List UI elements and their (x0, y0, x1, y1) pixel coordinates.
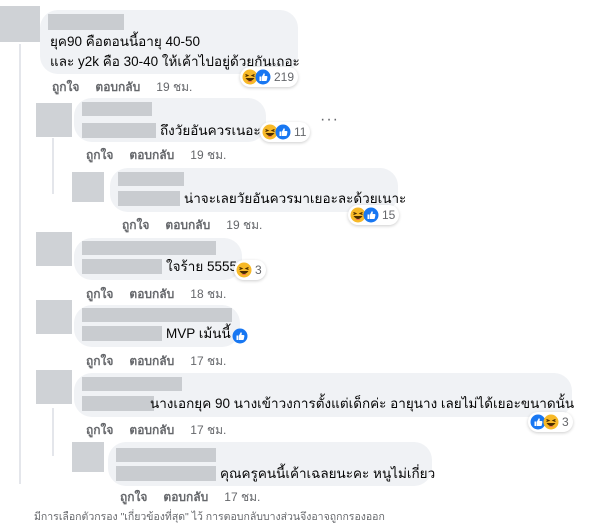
comment-text: ใจร้าย 5555 (166, 259, 238, 274)
reply-button[interactable]: ตอบกลับ (163, 490, 208, 504)
mention-redacted[interactable] (82, 123, 156, 138)
timestamp[interactable]: 17 ชม. (224, 490, 260, 504)
comment-text: นางเอกยุค 90 นางเข้าวงการตั้งแต่เด็กค่ะ … (150, 396, 575, 411)
reaction-count: 219 (274, 70, 295, 84)
like-button[interactable]: ถูกใจ (86, 148, 113, 162)
author-name-redacted[interactable] (82, 377, 182, 391)
comment-bubble: ยุค90 คือตอนนี้อายุ 40-50 และ y2k คือ 30… (40, 10, 300, 74)
author-name-redacted[interactable] (48, 14, 124, 30)
comment-actions: ถูกใจ ตอบกลับ 17 ชม. (86, 352, 242, 371)
timestamp[interactable]: 18 ชม. (190, 287, 226, 301)
author-name-redacted[interactable] (118, 172, 184, 186)
like-reaction-icon (363, 207, 379, 223)
reply-button[interactable]: ตอบกลับ (129, 354, 174, 368)
like-button[interactable]: ถูกใจ (86, 423, 113, 437)
avatar[interactable] (72, 442, 104, 472)
like-button[interactable]: ถูกใจ (86, 354, 113, 368)
reaction-count: 3 (562, 415, 569, 429)
like-button[interactable]: ถูกใจ (122, 218, 149, 232)
avatar[interactable] (36, 300, 72, 334)
mention-redacted[interactable] (82, 326, 162, 341)
reply-button[interactable]: ตอบกลับ (165, 218, 210, 232)
reaction-count: 3 (255, 263, 262, 277)
comment-actions: ถูกใจ ตอบกลับ 17 ชม. (86, 421, 242, 440)
like-reaction-icon (275, 124, 291, 140)
reaction-count: 15 (382, 208, 396, 222)
timestamp[interactable]: 17 ชม. (190, 423, 226, 437)
mention-redacted[interactable] (82, 396, 154, 411)
timestamp[interactable]: 17 ชม. (190, 354, 226, 368)
thread-line (52, 408, 54, 456)
reaction-summary[interactable]: 219 (240, 67, 299, 87)
haha-reaction-icon (543, 414, 559, 430)
comment-bubble: MVP เม้นนี้ (74, 305, 240, 347)
comment-bubble: ถึงวัยอันควรเนอะ (74, 98, 266, 142)
like-reaction-icon[interactable] (232, 328, 248, 344)
reaction-summary[interactable]: 3 (528, 412, 573, 432)
more-options-icon[interactable]: ··· (320, 111, 339, 129)
comment-bubble: ใจร้าย 5555 (74, 238, 242, 280)
reaction-count: 11 (294, 125, 307, 139)
reaction-summary[interactable]: 15 (348, 205, 400, 225)
comment-actions: ถูกใจ ตอบกลับ 18 ชม. (86, 285, 242, 304)
thread-line (19, 44, 21, 484)
like-button[interactable]: ถูกใจ (86, 287, 113, 301)
avatar[interactable] (36, 232, 72, 266)
reaction-summary[interactable]: 3 (234, 260, 266, 280)
avatar[interactable] (0, 6, 40, 42)
avatar[interactable] (72, 172, 104, 202)
like-button[interactable]: ถูกใจ (120, 490, 147, 504)
comment-text: คุณครูคนนี้เค้าเฉลยนะคะ หนูไม่เกี่ยว (220, 466, 436, 481)
haha-reaction-icon (236, 262, 252, 278)
avatar[interactable] (36, 370, 72, 404)
timestamp[interactable]: 19 ชม. (156, 80, 192, 94)
comment-text-line-1: ยุค90 คือตอนนี้อายุ 40-50 (50, 34, 201, 49)
thread-line (52, 138, 54, 194)
comment-actions: ถูกใจ ตอบกลับ 19 ชม. (122, 216, 278, 235)
reaction-summary[interactable]: 11 (260, 122, 311, 142)
filter-notice: มีการเลือกตัวกรอง "เกี่ยวข้องที่สุด" ไว้… (34, 511, 385, 523)
reply-button[interactable]: ตอบกลับ (95, 80, 140, 94)
author-name-redacted[interactable] (82, 308, 232, 322)
mention-redacted[interactable] (82, 259, 162, 274)
like-button[interactable]: ถูกใจ (52, 80, 79, 94)
author-name-redacted[interactable] (82, 102, 152, 116)
reply-button[interactable]: ตอบกลับ (129, 148, 174, 162)
timestamp[interactable]: 19 ชม. (226, 218, 262, 232)
mention-redacted[interactable] (118, 191, 180, 206)
reply-button[interactable]: ตอบกลับ (129, 423, 174, 437)
author-name-redacted[interactable] (116, 448, 216, 462)
comment-bubble: คุณครูคนนี้เค้าเฉลยนะคะ หนูไม่เกี่ยว (108, 442, 436, 486)
comment-actions: ถูกใจ ตอบกลับ 19 ชม. (52, 78, 208, 97)
avatar[interactable] (36, 103, 72, 137)
timestamp[interactable]: 19 ชม. (190, 148, 226, 162)
comment-text: MVP เม้นนี้ (166, 326, 231, 341)
comment-text: ถึงวัยอันควรเนอะ (160, 123, 261, 138)
reply-button[interactable]: ตอบกลับ (129, 287, 174, 301)
like-reaction-icon (255, 69, 271, 85)
author-name-redacted[interactable] (82, 241, 216, 255)
comment-bubble: นางเอกยุค 90 นางเข้าวงการตั้งแต่เด็กค่ะ … (74, 373, 575, 417)
comment-actions: ถูกใจ ตอบกลับ 19 ชม. (86, 146, 242, 165)
comment-actions: ถูกใจ ตอบกลับ 17 ชม. (120, 488, 276, 507)
mention-redacted[interactable] (116, 466, 216, 481)
